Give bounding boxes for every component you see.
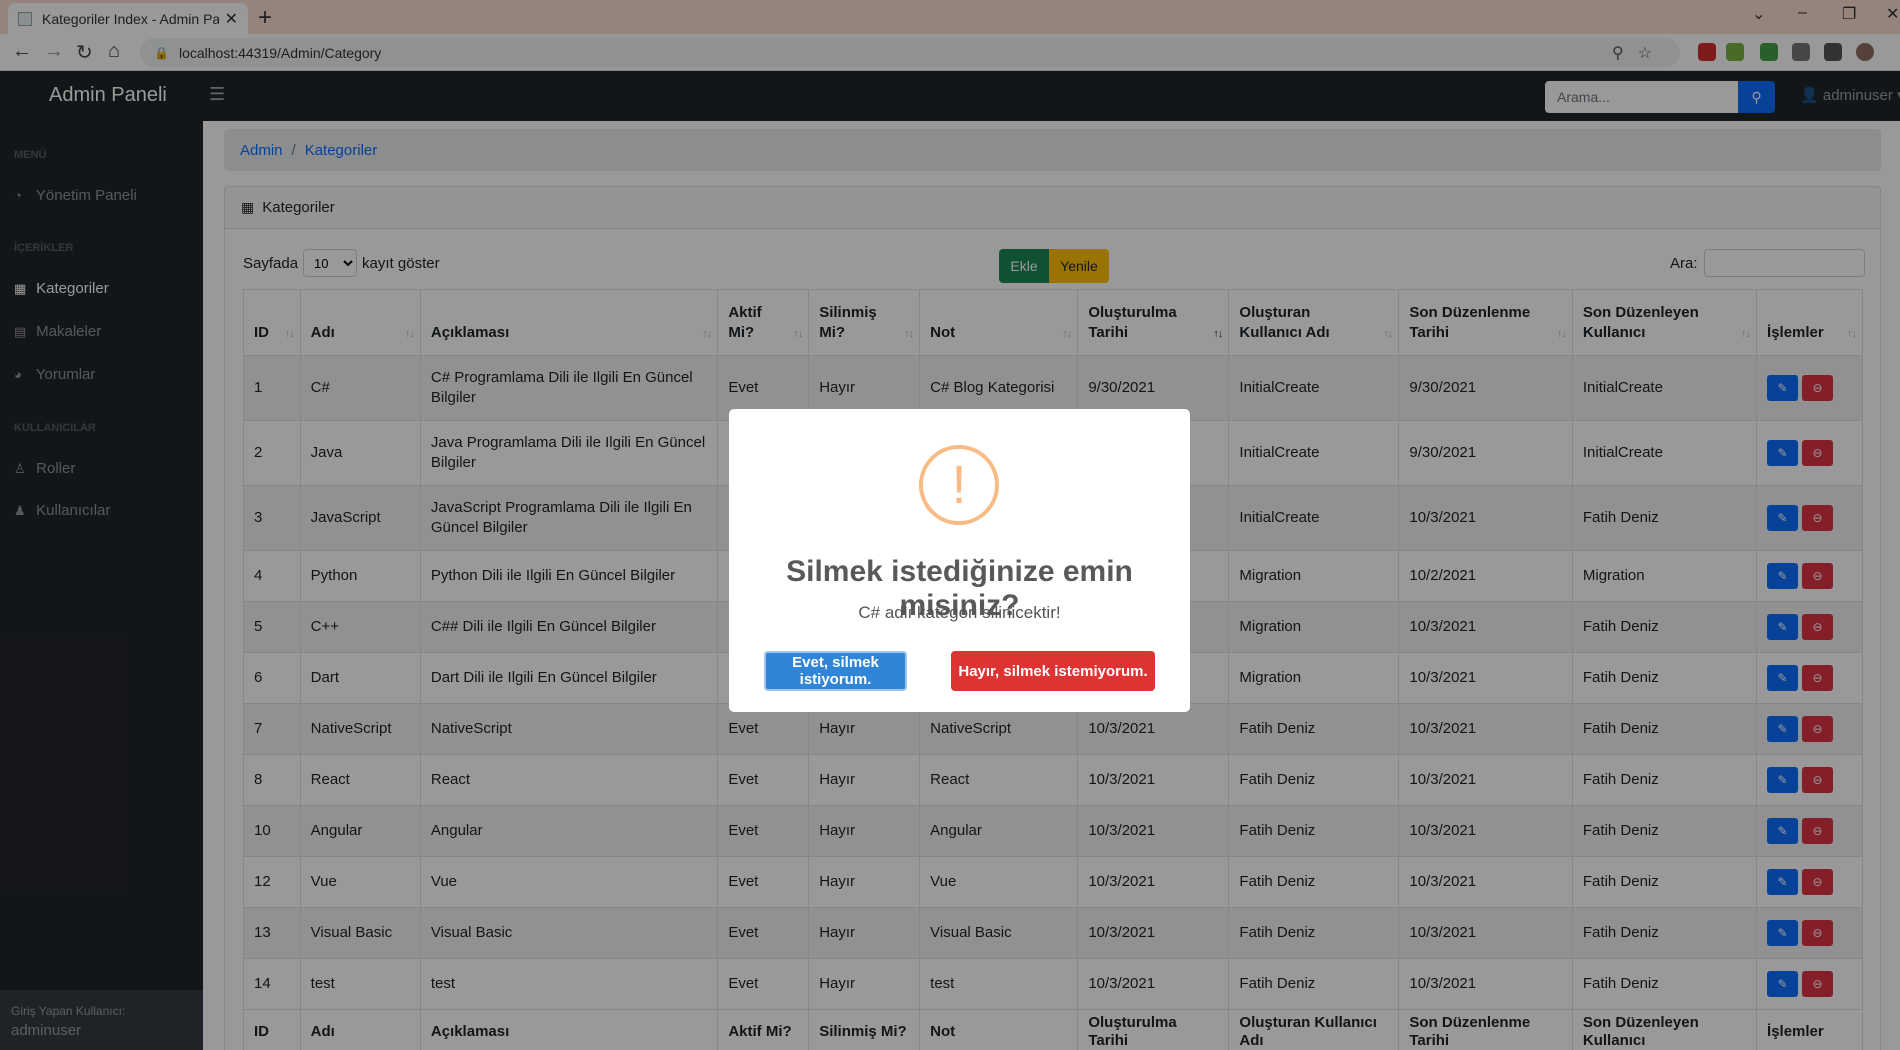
confirm-delete-button[interactable]: Evet, silmek istiyorum.	[764, 651, 907, 691]
cancel-delete-button[interactable]: Hayır, silmek istemiyorum.	[951, 651, 1155, 691]
warning-icon: !	[919, 445, 999, 525]
delete-confirm-dialog: ! Silmek istediğinize emin misiniz? C# a…	[729, 409, 1190, 712]
dialog-text: C# adlı kategori silinicektir!	[858, 603, 1061, 622]
